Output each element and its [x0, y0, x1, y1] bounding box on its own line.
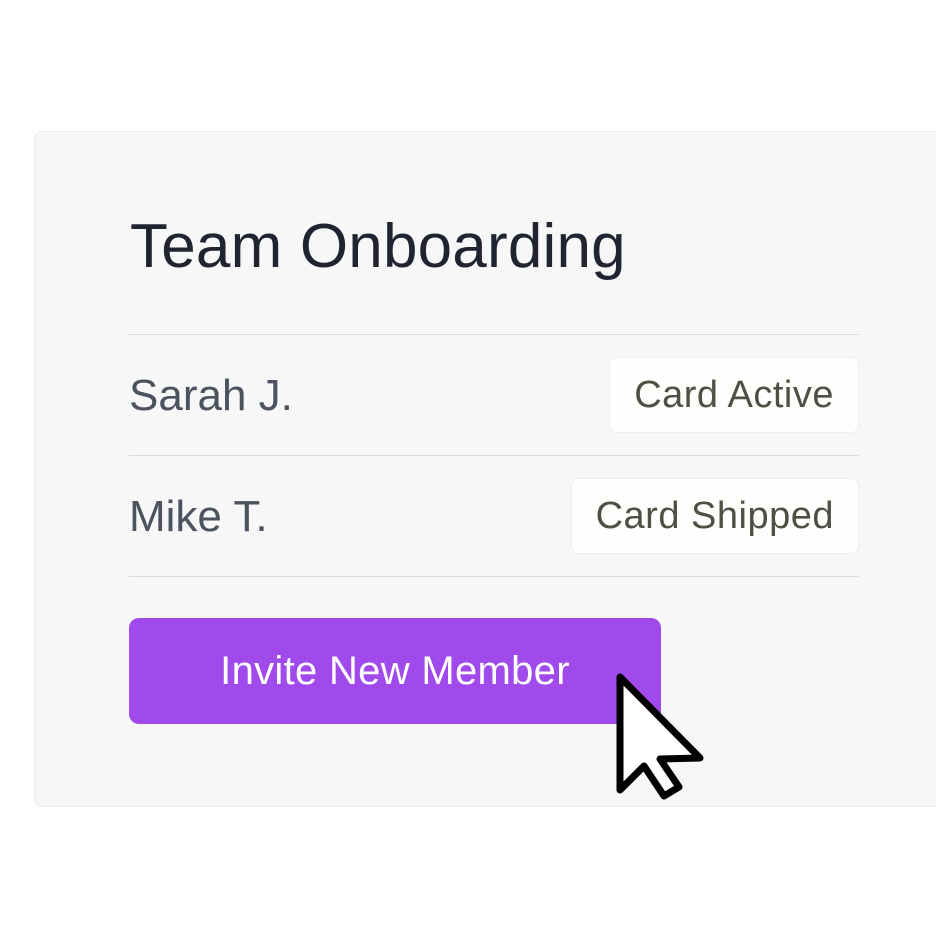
status-badge: Card Active — [609, 357, 859, 433]
member-list: Sarah J. Card Active Mike T. Card Shippe… — [129, 334, 859, 577]
member-name: Mike T. — [129, 492, 268, 541]
member-row-sarah: Sarah J. Card Active — [129, 335, 859, 456]
team-onboarding-card: Team Onboarding Sarah J. Card Active Mik… — [34, 131, 936, 807]
card-title: Team Onboarding — [130, 212, 626, 281]
status-badge: Card Shipped — [570, 478, 859, 554]
page: Team Onboarding Sarah J. Card Active Mik… — [0, 0, 936, 936]
member-name: Sarah J. — [129, 371, 293, 420]
member-row-mike: Mike T. Card Shipped — [129, 456, 859, 577]
mouse-pointer-icon — [616, 673, 704, 800]
invite-new-member-button[interactable]: Invite New Member — [129, 618, 661, 724]
